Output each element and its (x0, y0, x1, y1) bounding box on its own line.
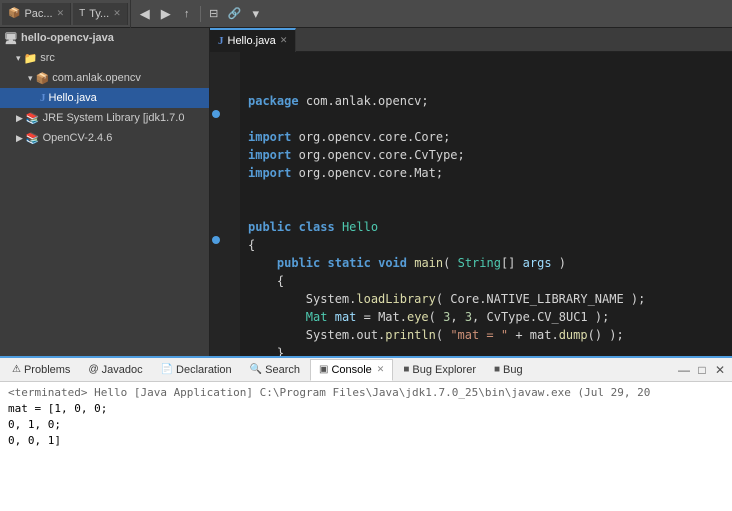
link-button[interactable]: 🔗 (225, 5, 245, 23)
tab-javadoc[interactable]: @ Javadoc (80, 359, 150, 381)
bottom-panel: ⚠ Problems @ Javadoc 📄 Declaration 🔍 Sea… (0, 356, 732, 511)
bug2-icon: ■ (494, 364, 500, 375)
line-gutter (210, 52, 240, 356)
opencv-icon: 📚 (26, 132, 40, 145)
triangle-icon4: ▶ (16, 133, 23, 144)
panel-tab-package[interactable]: 📦 Pac... ✕ (2, 3, 71, 25)
code-editor[interactable]: package com.anlak.opencv; import org.ope… (210, 52, 732, 356)
panel-tab-type-hierarchy[interactable]: T Ty... ✕ (73, 3, 128, 25)
console-line-2: 0, 1, 0; (8, 417, 724, 433)
tab-bug2[interactable]: ■ Bug (486, 359, 531, 381)
tab-console[interactable]: ▣ Console ✕ (310, 359, 393, 381)
hello-java-tab[interactable]: J Hello.java ✕ (210, 28, 296, 52)
opencv-library[interactable]: ▶ 📚 OpenCV-2.4.6 (0, 128, 209, 148)
breakpoint-dot-2 (212, 236, 220, 244)
search-icon: 🔍 (250, 364, 262, 375)
menu-button[interactable]: ▾ (246, 5, 266, 23)
bottom-tab-bar: ⚠ Problems @ Javadoc 📄 Declaration 🔍 Sea… (0, 358, 732, 382)
java-file-icon: J (218, 35, 224, 47)
console-output-area: <terminated> Hello [Java Application] C:… (0, 382, 732, 511)
up-button[interactable]: ↑ (177, 5, 197, 23)
forward-button[interactable]: ▶ (156, 5, 176, 23)
main-container: 📦 Pac... ✕ T Ty... ✕ ◀ ▶ ↑ ⊟ 🔗 ▾ 🖥 (0, 0, 732, 511)
triangle-icon3: ▶ (16, 113, 23, 124)
javadoc-icon: @ (88, 364, 98, 375)
close-icon[interactable]: ✕ (57, 8, 65, 19)
package-item[interactable]: ▾ 📦 com.anlak.opencv (0, 68, 209, 88)
editor-panel: J Hello.java ✕ package com.anlak.opencv;… (210, 28, 732, 356)
triangle-icon: ▾ (16, 53, 21, 64)
breakpoint-dot-1 (212, 110, 220, 118)
type-icon: T (79, 8, 85, 19)
jre-library[interactable]: ▶ 📚 JRE System Library [jdk1.7.0 (0, 108, 209, 128)
bug-icon: ■ (403, 364, 409, 375)
sidebar: 🖥 hello-opencv-java ▾ 📁 src ▾ 📦 com.anla… (0, 28, 210, 356)
terminated-line: <terminated> Hello [Java Application] C:… (8, 386, 724, 399)
maximize-console-button[interactable]: □ (694, 362, 710, 378)
back-button[interactable]: ◀ (135, 5, 155, 23)
package-icon2: 📦 (36, 72, 50, 85)
close-console-button[interactable]: ✕ (712, 362, 728, 378)
collapse-button[interactable]: ⊟ (204, 5, 224, 23)
separator1 (200, 6, 201, 22)
problems-icon: ⚠ (12, 364, 21, 375)
console-line-1: mat = [1, 0, 0; (8, 401, 724, 417)
tab-problems[interactable]: ⚠ Problems (4, 359, 78, 381)
src-icon: 📁 (24, 52, 38, 65)
console-line-3: 0, 0, 1] (8, 433, 724, 449)
close-icon2[interactable]: ✕ (113, 8, 121, 19)
java-icon: J (40, 92, 46, 104)
declaration-icon: 📄 (161, 364, 173, 375)
tab-search[interactable]: 🔍 Search (242, 359, 308, 381)
code-content: package com.anlak.opencv; import org.ope… (210, 52, 732, 356)
project-icon: 🖥 (4, 32, 18, 45)
editor-tab-bar: J Hello.java ✕ (210, 28, 732, 52)
package-icon: 📦 (8, 8, 20, 19)
tab-declaration[interactable]: 📄 Declaration (153, 359, 240, 381)
triangle-icon2: ▾ (28, 73, 33, 84)
code-lines[interactable]: package com.anlak.opencv; import org.ope… (240, 52, 732, 356)
src-folder[interactable]: ▾ 📁 src (0, 48, 209, 68)
console-icon: ▣ (319, 364, 328, 375)
close-tab-icon[interactable]: ✕ (280, 35, 288, 46)
hello-java-file[interactable]: J Hello.java (0, 88, 209, 108)
jre-icon: 📚 (26, 112, 40, 125)
content-area: 🖥 hello-opencv-java ▾ 📁 src ▾ 📦 com.anla… (0, 28, 732, 356)
tab-bug-explorer[interactable]: ■ Bug Explorer (395, 359, 484, 381)
console-close-icon[interactable]: ✕ (377, 364, 385, 375)
project-root[interactable]: 🖥 hello-opencv-java (0, 28, 209, 48)
minimize-console-button[interactable]: — (676, 362, 692, 378)
